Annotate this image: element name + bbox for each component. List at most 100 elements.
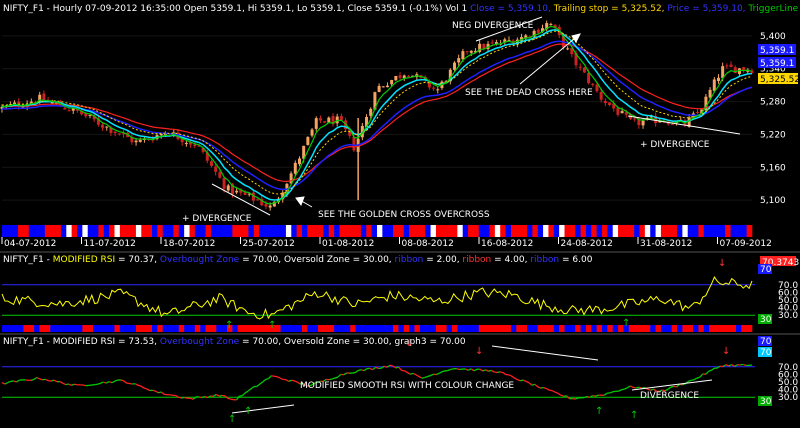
ribbon-segment — [521, 225, 528, 237]
ribbon-segment — [693, 225, 699, 237]
candle-body — [620, 111, 624, 114]
price-tick-label: 5,220 — [760, 130, 786, 140]
ribbon-segment — [82, 225, 89, 237]
rsi-ribbon-segment — [709, 325, 715, 332]
ribbon-segment — [98, 225, 105, 237]
ribbon-segment — [318, 225, 324, 237]
rsi-ribbon-segment — [296, 325, 303, 332]
rsi-ribbon-segment — [387, 325, 394, 332]
header-part-7: ribbon — [462, 255, 491, 265]
ribbon-segment — [639, 225, 646, 237]
rsi-ribbon-segment — [189, 325, 196, 332]
header-part-9: ribbon — [530, 255, 559, 265]
candle-body — [402, 75, 406, 78]
rsi-ribbon-segment — [393, 325, 399, 332]
ribbon-segment — [585, 225, 592, 237]
header-part-0: NIFTY_F1 - — [3, 255, 53, 265]
rsi-ribbon-segment — [403, 325, 410, 332]
smooth-rsi-segment — [520, 379, 524, 382]
rsi-ribbon-segment — [18, 325, 24, 332]
candle-body — [264, 203, 268, 207]
candle-body — [310, 129, 314, 136]
ribbon-segment — [307, 225, 314, 237]
date-label: 25-07-2012 — [243, 239, 295, 249]
ribbon-segment — [173, 225, 180, 237]
candle-body — [105, 126, 109, 128]
ribbon-segment — [312, 225, 319, 237]
header-part-2: Trailing stop = 5,325.52, — [553, 4, 668, 14]
ribbon-segment — [162, 225, 169, 237]
ribbon-segment — [730, 225, 737, 237]
ribbon-segment — [18, 225, 24, 237]
rsi-ribbon-segment — [173, 325, 180, 332]
candle-body — [390, 80, 394, 85]
rsi-ribbon-segment — [644, 325, 651, 332]
ribbon-segment — [596, 225, 603, 237]
smooth-rsi-segment — [691, 379, 695, 381]
rsi-ribbon-segment — [559, 325, 565, 332]
rsi-ribbon-segment — [741, 325, 747, 332]
candle-body — [306, 137, 310, 145]
ribbon-segment — [205, 225, 212, 237]
ribbon-segment — [677, 225, 683, 237]
ribbon-segment — [350, 225, 356, 237]
smooth-rsi-segment — [178, 396, 182, 399]
rsi-ribbon-segment — [666, 325, 672, 332]
smooth-rsi-segment — [190, 397, 194, 400]
rsi-ribbon-segment — [462, 325, 469, 332]
rsi-up-arrow-3: ↑ — [622, 318, 630, 329]
ribbon-segment — [114, 225, 121, 237]
ribbon-segment — [302, 225, 308, 237]
candle-body — [490, 42, 494, 44]
rsi-ribbon-segment — [323, 325, 330, 332]
smooth-rsi-segment — [334, 376, 339, 379]
ribbon-segment — [119, 225, 126, 237]
smooth-rsi-segment — [74, 383, 78, 386]
smooth-rsi-segment — [572, 397, 576, 400]
ribbon-segment — [505, 225, 512, 237]
candle-body — [293, 162, 297, 174]
rsi-ribbon-segment — [419, 325, 426, 332]
candle-body — [297, 158, 301, 165]
rsi-ribbon-segment — [210, 325, 217, 332]
rsi-ribbon-segment — [548, 325, 555, 332]
rsi-ribbon-segment — [109, 325, 115, 332]
smooth-rsi-segment — [531, 383, 536, 386]
smooth-rsi-level-b: 70 — [760, 348, 772, 358]
smooth-down-arrow-1: ↓ — [405, 338, 413, 349]
ribbon-segment — [435, 225, 442, 237]
ribbon-segment — [612, 225, 619, 237]
candle-body — [696, 111, 700, 113]
candle-body — [381, 86, 385, 88]
candle-body — [222, 178, 226, 189]
ribbon-segment — [473, 225, 480, 237]
rsi-ribbon-segment — [516, 325, 522, 332]
rsi-ribbon-segment — [259, 325, 265, 332]
ribbon-segment — [703, 225, 710, 237]
rsi-ribbon-segment — [7, 325, 14, 332]
candle-body — [101, 124, 105, 128]
ribbon-segment — [7, 225, 14, 237]
candle-body — [595, 84, 599, 92]
rsi-ribbon-segment — [184, 325, 190, 332]
smooth-rsi-low-tag: 30 — [760, 397, 772, 407]
ribbon-segment — [296, 225, 303, 237]
rsi-ribbon-segment — [141, 325, 147, 332]
rsi-ribbon-segment — [714, 325, 721, 332]
ribbon-segment — [430, 225, 437, 237]
candle-body — [218, 172, 222, 178]
ribbon-segment — [494, 225, 501, 237]
rsi-ribbon-segment — [302, 325, 308, 332]
rsi-ribbon-segment — [719, 325, 726, 332]
smooth-rsi-segment — [329, 378, 333, 381]
ribbon-segment — [323, 225, 330, 237]
rsi-ribbon-segment — [334, 325, 340, 332]
smooth-rsi-segment — [442, 370, 446, 373]
rsi-ribbon-segment — [457, 325, 464, 332]
rsi-ribbon-segment — [510, 325, 517, 332]
smooth-rsi-segment — [137, 384, 142, 387]
ribbon-segment — [194, 225, 201, 237]
smooth-rsi-segment — [673, 385, 677, 388]
rsi-ribbon-segment — [344, 325, 351, 332]
ribbon-segment — [253, 225, 260, 237]
